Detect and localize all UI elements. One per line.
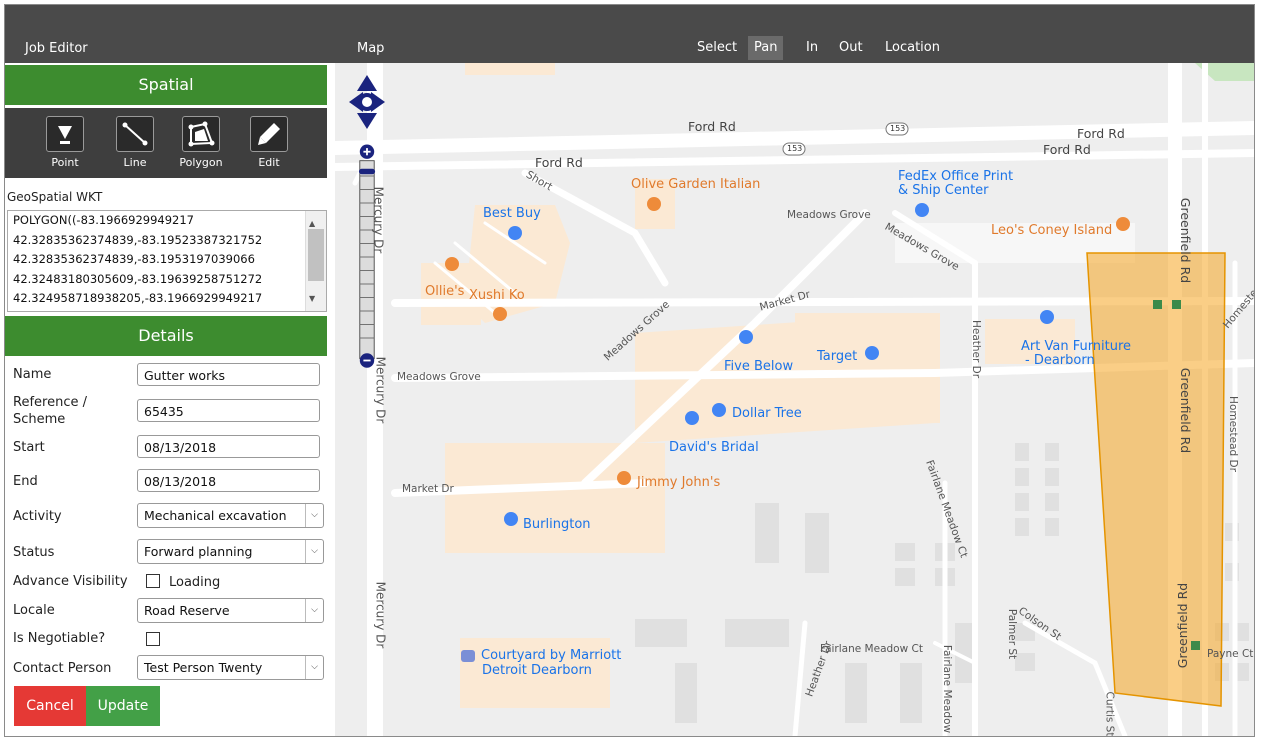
line-icon (122, 122, 148, 146)
start-label: Start (13, 440, 45, 455)
point-tool-button[interactable]: Point (35, 116, 95, 169)
job-editor-title: Job Editor (25, 41, 88, 56)
edit-tool-label: Edit (258, 156, 280, 169)
chevron-down-icon: ⌵ (305, 540, 323, 563)
status-value: Forward planning (144, 544, 253, 559)
shopping-bag-icon (504, 203, 1054, 526)
wkt-line: 42.32835362374839,-83.19523387321752 (13, 232, 263, 247)
point-tool-label: Point (51, 156, 79, 169)
restaurant-icon (445, 197, 1130, 485)
bus-stop-icon (1153, 300, 1200, 650)
update-button[interactable]: Update (86, 686, 160, 726)
poi-markers (445, 197, 1200, 662)
start-date-field[interactable]: 08/13/2018 (137, 435, 320, 458)
pencil-icon (258, 123, 280, 145)
wkt-scrollbar[interactable]: ▲ ▼ (305, 211, 326, 311)
job-editor-panel: Spatial Point Line Polygon Edit GeoSpati… (5, 63, 329, 736)
negotiable-checkbox[interactable] (146, 632, 160, 646)
polygon-tool-button[interactable]: Polygon (171, 116, 231, 169)
tool-pan[interactable]: Pan (748, 36, 784, 60)
scroll-down-icon[interactable]: ▼ (309, 289, 315, 309)
top-bar: Job Editor Map Select Pan In Out Locatio… (5, 5, 1254, 63)
activity-value: Mechanical excavation (144, 508, 287, 523)
status-select[interactable]: Forward planning ⌵ (137, 539, 324, 564)
name-label: Name (13, 367, 52, 382)
tool-select[interactable]: Select (691, 36, 743, 60)
polygon-icon (188, 121, 215, 147)
point-marker-icon (58, 126, 72, 144)
end-label: End (13, 474, 38, 489)
locale-select[interactable]: Road Reserve ⌵ (137, 598, 324, 623)
status-label: Status (13, 545, 55, 560)
scroll-thumb[interactable] (308, 229, 324, 281)
end-date-field[interactable]: 08/13/2018 (137, 469, 320, 492)
map-canvas[interactable]: Ford Rd Ford Rd Ford Rd Ford Rd 153 153 … (335, 63, 1254, 736)
advance-visibility-checkbox[interactable] (146, 574, 160, 588)
wkt-textarea[interactable]: POLYGON((-83.1966929949217 42.3283536237… (7, 210, 327, 312)
tool-location[interactable]: Location (879, 36, 946, 60)
edit-tool-button[interactable]: Edit (239, 116, 299, 169)
contact-person-label: Contact Person (13, 661, 112, 676)
cancel-button[interactable]: Cancel (14, 686, 86, 726)
details-header: Details (5, 316, 327, 356)
wkt-line: 42.32835362374839,-83.1953197039066 (13, 252, 255, 266)
chevron-down-icon: ⌵ (305, 656, 323, 679)
line-tool-label: Line (123, 156, 147, 169)
wkt-line: 42.324958718938205,-83.1966929949217 (13, 291, 263, 305)
activity-label: Activity (13, 509, 62, 524)
reference-label-line1: Reference / (13, 395, 87, 410)
name-field[interactable]: Gutter works (137, 363, 320, 386)
polygon-tool-label: Polygon (179, 156, 223, 169)
tool-zoom-out[interactable]: Out (833, 36, 869, 60)
advance-visibility-loading: Loading (169, 575, 221, 590)
chevron-down-icon: ⌵ (305, 504, 323, 527)
line-tool-button[interactable]: Line (105, 116, 165, 169)
locale-label: Locale (13, 603, 55, 618)
wkt-line: 42.32483180305609,-83.19639258751272 (13, 271, 263, 286)
chevron-down-icon: ⌵ (305, 599, 323, 622)
wkt-line: POLYGON((-83.1966929949217 (13, 213, 194, 227)
activity-select[interactable]: Mechanical excavation ⌵ (137, 503, 324, 528)
app-window: Job Editor Map Select Pan In Out Locatio… (4, 4, 1255, 737)
map-title: Map (357, 41, 385, 56)
wkt-label: GeoSpatial WKT (7, 190, 103, 204)
contact-person-value: Test Person Twenty (144, 660, 263, 675)
contact-person-select[interactable]: Test Person Twenty ⌵ (137, 655, 324, 680)
tool-zoom-in[interactable]: In (800, 36, 824, 60)
reference-field[interactable]: 65435 (137, 399, 320, 422)
advance-visibility-label: Advance Visibility (13, 574, 128, 589)
spatial-header: Spatial (5, 65, 327, 105)
reference-label-line2: Scheme (13, 412, 66, 427)
locale-value: Road Reserve (144, 603, 230, 618)
hotel-icon (461, 650, 475, 662)
negotiable-label: Is Negotiable? (13, 631, 106, 646)
spatial-toolbar: Point Line Polygon Edit (5, 108, 327, 178)
